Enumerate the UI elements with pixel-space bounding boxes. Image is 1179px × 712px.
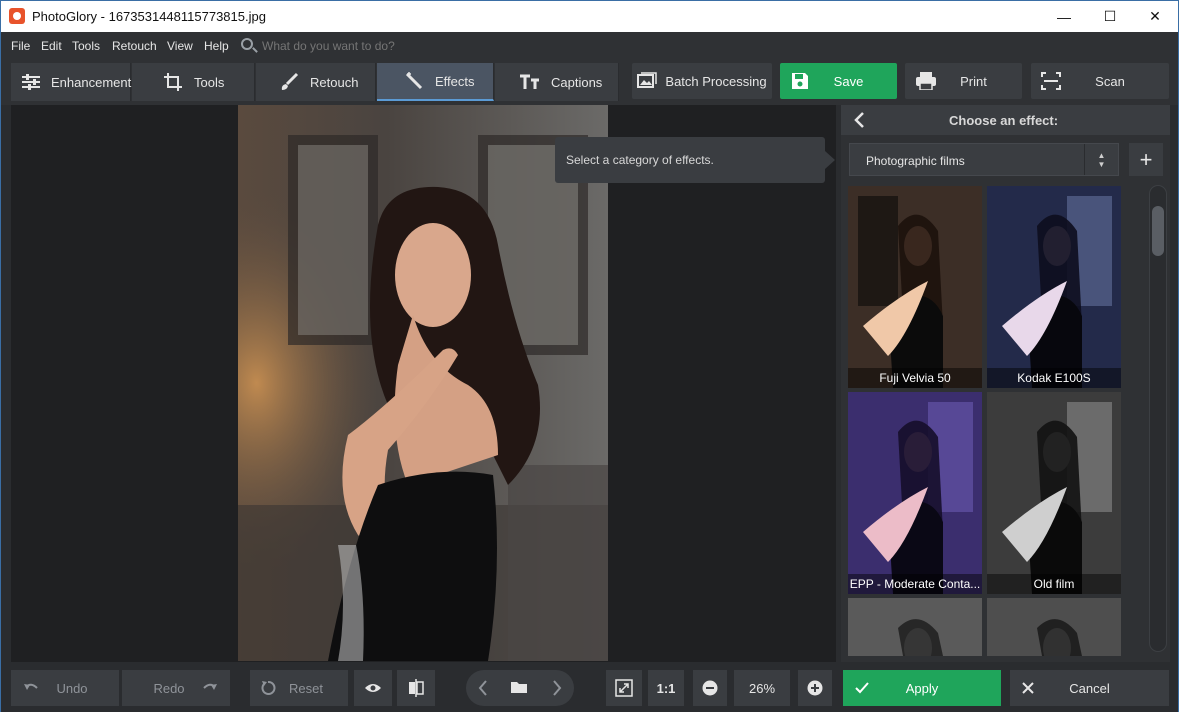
reset-label: Reset [289,680,323,696]
effect-label: Kodak E100S [987,368,1121,388]
menu-help[interactable]: Help [204,39,229,53]
effects-scrollbar[interactable] [1149,185,1167,652]
actual-size-button[interactable]: 1:1 [648,670,684,706]
save-icon [791,72,809,90]
tab-label: Enhancement [51,74,132,90]
cancel-label: Cancel [1069,680,1110,696]
sliders-icon [21,73,41,91]
scrollbar-thumb[interactable] [1152,206,1164,256]
file-navigator [466,670,574,706]
category-value: Photographic films [866,154,965,168]
fit-screen-icon [615,679,633,697]
print-label: Print [960,73,987,89]
menu-file[interactable]: File [11,39,30,53]
menu-bar: File Edit Tools Retouch View Help [1,32,1178,59]
batch-processing-button[interactable]: Batch Processing [632,63,772,99]
search-icon [241,38,253,50]
menu-edit[interactable]: Edit [41,39,62,53]
preview-button[interactable] [354,670,392,706]
title-bar: PhotoGlory - 1673531448115773815.jpg — ☐… [1,1,1178,32]
tab-label: Captions [551,74,603,90]
effect-thumb[interactable]: EPP - Moderate Conta... [848,392,982,594]
menu-view[interactable]: View [167,39,193,53]
compare-button[interactable] [397,670,435,706]
tab-label: Effects [435,73,475,89]
reset-button[interactable]: Reset [250,670,348,706]
tab-effects[interactable]: Effects [377,63,494,101]
cancel-button[interactable]: Cancel [1010,670,1169,706]
updown-chevron-icon: ▲ ▼ [1084,144,1118,175]
effect-thumb[interactable]: Kodak E100S [987,186,1121,388]
effect-label: Fuji Velvia 50 [848,368,982,388]
zoom-out-button[interactable] [693,670,727,706]
menu-retouch[interactable]: Retouch [112,39,157,53]
fit-to-screen-button[interactable] [606,670,642,706]
main-toolbar: Enhancement Tools Retouch Effects Captio… [1,59,1178,105]
save-label: Save [833,73,864,89]
app-window: PhotoGlory - 1673531448115773815.jpg — ☐… [0,0,1179,712]
batch-processing-label: Batch Processing [665,73,767,89]
close-button[interactable]: ✕ [1132,1,1178,32]
redo-label: Redo [153,680,185,696]
crop-icon [162,73,184,91]
printer-icon [915,72,937,90]
compare-icon [408,679,424,697]
menu-tools[interactable]: Tools [72,39,100,53]
zoom-level[interactable]: 26% [734,670,790,706]
effects-tooltip: Select a category of effects. [555,137,835,183]
minus-circle-icon [702,680,718,696]
apply-label: Apply [905,680,939,696]
eye-icon [364,682,382,694]
prev-chevron-icon[interactable] [478,680,488,696]
app-logo-icon [9,8,25,24]
text-icon [519,73,541,91]
reset-icon [260,680,276,696]
add-effect-button[interactable]: + [1129,143,1163,176]
save-button[interactable]: Save [780,63,897,99]
effect-thumb[interactable]: Fuji Velvia 50 [848,186,982,388]
redo-button[interactable]: Redo [122,670,230,706]
scan-button[interactable]: Scan [1031,63,1169,99]
tab-enhancement[interactable]: Enhancement [11,63,131,101]
back-chevron-icon[interactable] [853,112,865,128]
close-x-icon [1022,682,1034,694]
tab-tools[interactable]: Tools [132,63,255,101]
effect-category-select[interactable]: Photographic films ▲ ▼ [849,143,1119,176]
images-icon [637,72,658,90]
undo-icon [23,681,39,695]
brush-icon [278,72,300,91]
effects-panel: Choose an effect: Photographic films ▲ ▼ … [841,105,1170,662]
tab-label: Tools [194,74,225,90]
effect-thumb[interactable]: Old film [987,392,1121,594]
undo-button[interactable]: Undo [11,670,119,706]
folder-icon[interactable] [510,680,528,694]
magic-wand-icon [403,72,425,90]
print-button[interactable]: Print [905,63,1022,99]
undo-label: Undo [56,680,88,696]
tab-label: Retouch [310,74,359,90]
edited-photo [238,105,608,661]
bottom-bar: Undo Redo Reset 1:1 26% Apply Cancel [1,662,1178,712]
plus-circle-icon [807,680,823,696]
zoom-in-button[interactable] [798,670,832,706]
panel-title: Choose an effect: [949,113,1059,128]
effect-label: EPP - Moderate Conta... [848,574,982,594]
scan-label: Scan [1095,73,1125,89]
panel-header: Choose an effect: [841,105,1170,135]
tab-retouch[interactable]: Retouch [256,63,376,101]
effect-label: Old film [987,574,1121,594]
tab-captions[interactable]: Captions [495,63,619,101]
scan-icon [1041,72,1061,90]
redo-icon [202,681,218,695]
effect-thumb[interactable] [848,598,982,656]
apply-button[interactable]: Apply [843,670,1001,706]
maximize-button[interactable]: ☐ [1087,1,1133,32]
minimize-button[interactable]: — [1041,1,1087,32]
effect-thumb[interactable] [987,598,1121,656]
next-chevron-icon[interactable] [552,680,562,696]
window-title: PhotoGlory - 1673531448115773815.jpg [32,9,266,24]
search-input[interactable] [262,39,462,53]
checkmark-icon [855,682,869,694]
